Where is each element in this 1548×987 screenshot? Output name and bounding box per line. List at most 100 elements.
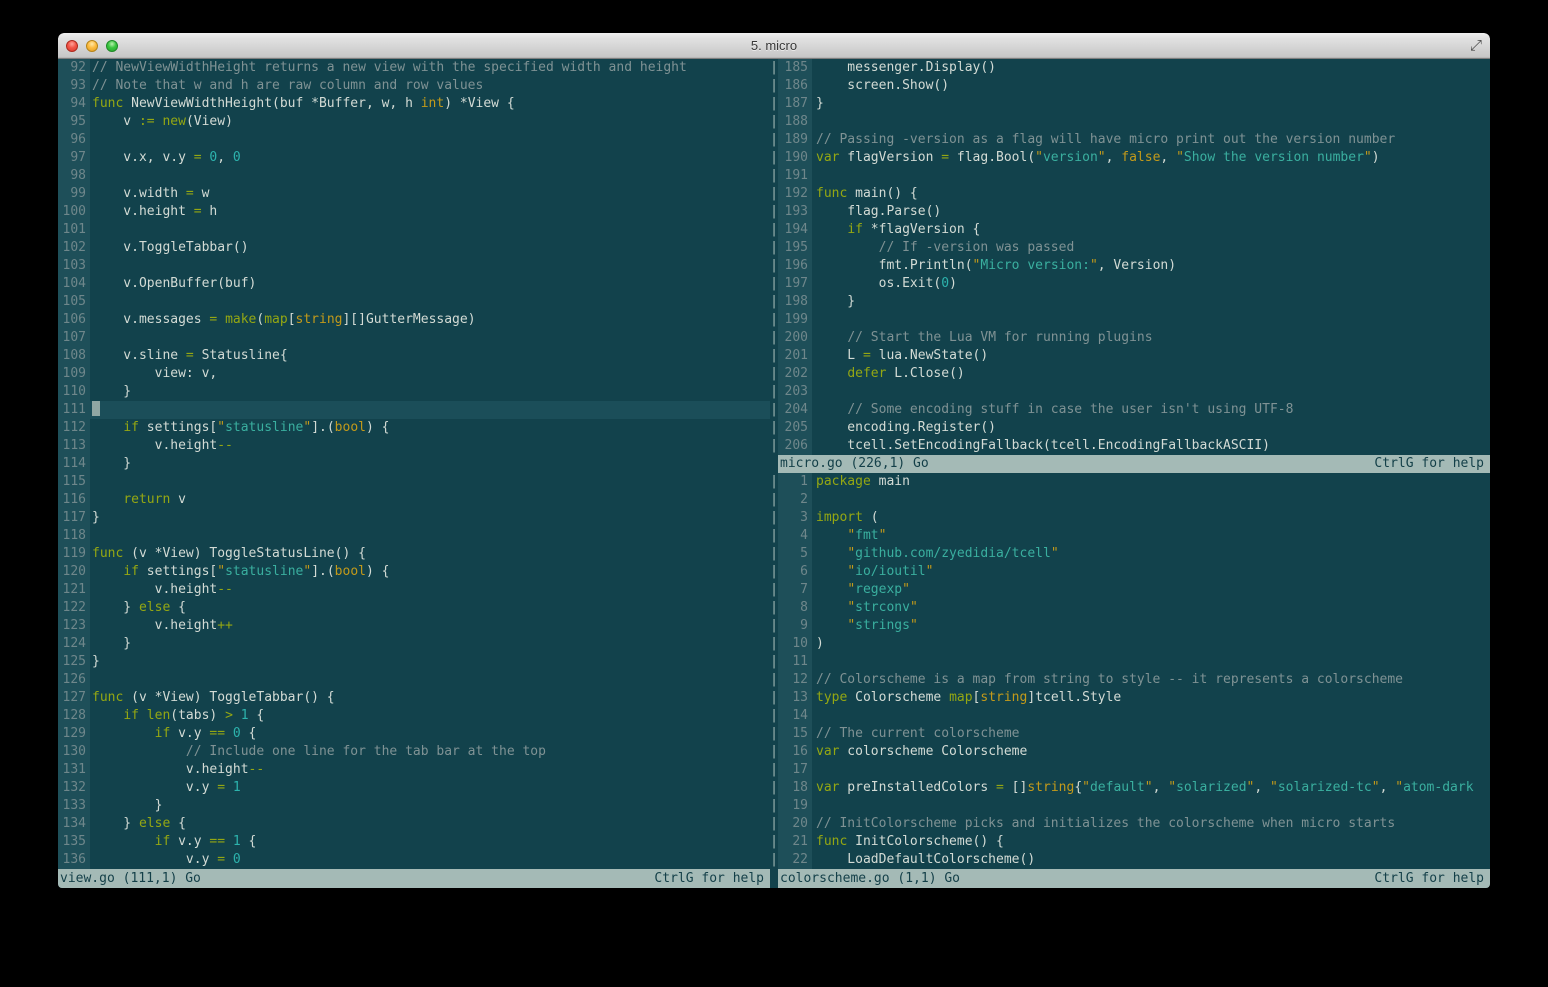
code-line-134[interactable]: 134 } else { <box>58 815 770 833</box>
code-line-130[interactable]: 130 // Include one line for the tab bar … <box>58 743 770 761</box>
code-line-92[interactable]: 92// NewViewWidthHeight returns a new vi… <box>58 59 770 77</box>
code-line-15[interactable]: 15 // The current colorscheme <box>778 725 1490 743</box>
code-line-196[interactable]: 196 fmt.Println("Micro version:", Versio… <box>778 257 1490 275</box>
code-line-10[interactable]: 10) <box>778 635 1490 653</box>
code-line-11[interactable]: 11 <box>778 653 1490 671</box>
code-line-189[interactable]: 189 // Passing -version as a flag will ha… <box>778 131 1490 149</box>
code-line-9[interactable]: 9 "strings" <box>778 617 1490 635</box>
code-line-197[interactable]: 197 os.Exit(0) <box>778 275 1490 293</box>
split-divider[interactable]: | | | | | | | | | | | | | | | | | | | | | | | | | | | | | | | | | | | | | | | |… <box>770 59 778 888</box>
code-line-22[interactable]: 22 LoadDefaultColorscheme() <box>778 851 1490 869</box>
code-line-128[interactable]: 128 if len(tabs) > 1 { <box>58 707 770 725</box>
code-line-107[interactable]: 107 <box>58 329 770 347</box>
code-line-21[interactable]: 21 func InitColorscheme() { <box>778 833 1490 851</box>
code-line-114[interactable]: 114 } <box>58 455 770 473</box>
code-line-203[interactable]: 203 <box>778 383 1490 401</box>
code-line-133[interactable]: 133 } <box>58 797 770 815</box>
code-line-113[interactable]: 113 v.height-- <box>58 437 770 455</box>
code-line-123[interactable]: 123 v.height++ <box>58 617 770 635</box>
code-line-194[interactable]: 194 if *flagVersion { <box>778 221 1490 239</box>
code-line-118[interactable]: 118 <box>58 527 770 545</box>
code-line-205[interactable]: 205 encoding.Register() <box>778 419 1490 437</box>
code-line-93[interactable]: 93// Note that w and h are raw column an… <box>58 77 770 95</box>
code-line-1[interactable]: 1 package main <box>778 473 1490 491</box>
code-line-18[interactable]: 18 var preInstalledColors = []string{"def… <box>778 779 1490 797</box>
code-line-126[interactable]: 126 <box>58 671 770 689</box>
code-line-101[interactable]: 101 <box>58 221 770 239</box>
code-line-109[interactable]: 109 view: v, <box>58 365 770 383</box>
code-line-206[interactable]: 206 tcell.SetEncodingFallback(tcell.Enco… <box>778 437 1490 455</box>
code-line-201[interactable]: 201 L = lua.NewState() <box>778 347 1490 365</box>
line-number: 200 <box>778 329 812 347</box>
code-line-2[interactable]: 2 <box>778 491 1490 509</box>
code-line-12[interactable]: 12 // Colorscheme is a map from string to… <box>778 671 1490 689</box>
code-area-micro-go[interactable]: 185 messenger.Display() 186 screen.Show()… <box>778 59 1490 455</box>
code-line-191[interactable]: 191 <box>778 167 1490 185</box>
code-line-3[interactable]: 3 import ( <box>778 509 1490 527</box>
code-line-4[interactable]: 4 "fmt" <box>778 527 1490 545</box>
code-line-103[interactable]: 103 <box>58 257 770 275</box>
code-line-108[interactable]: 108 v.sline = Statusline{ <box>58 347 770 365</box>
code-line-96[interactable]: 96 <box>58 131 770 149</box>
code-line-110[interactable]: 110 } <box>58 383 770 401</box>
code-line-187[interactable]: 187} <box>778 95 1490 113</box>
code-line-132[interactable]: 132 v.y = 1 <box>58 779 770 797</box>
code-line-95[interactable]: 95 v := new(View) <box>58 113 770 131</box>
code-line-97[interactable]: 97 v.x, v.y = 0, 0 <box>58 149 770 167</box>
code-line-129[interactable]: 129 if v.y == 0 { <box>58 725 770 743</box>
code-line-185[interactable]: 185 messenger.Display() <box>778 59 1490 77</box>
code-line-106[interactable]: 106 v.messages = make(map[string][]Gutte… <box>58 311 770 329</box>
code-line-111[interactable]: 111 <box>58 401 770 419</box>
code-line-119[interactable]: 119 func (v *View) ToggleStatusLine() { <box>58 545 770 563</box>
code-line-20[interactable]: 20 // InitColorscheme picks and initializ… <box>778 815 1490 833</box>
code-line-13[interactable]: 13 type Colorscheme map[string]tcell.Styl… <box>778 689 1490 707</box>
code-line-99[interactable]: 99 v.width = w <box>58 185 770 203</box>
code-line-198[interactable]: 198 } <box>778 293 1490 311</box>
code-line-122[interactable]: 122 } else { <box>58 599 770 617</box>
code-line-127[interactable]: 127 func (v *View) ToggleTabbar() { <box>58 689 770 707</box>
code-line-195[interactable]: 195 // If -version was passed <box>778 239 1490 257</box>
code-line-121[interactable]: 121 v.height-- <box>58 581 770 599</box>
code-line-186[interactable]: 186 screen.Show() <box>778 77 1490 95</box>
code-line-98[interactable]: 98 <box>58 167 770 185</box>
code-line-14[interactable]: 14 <box>778 707 1490 725</box>
code-line-94[interactable]: 94 func NewViewWidthHeight(buf *Buffer, w… <box>58 95 770 113</box>
code-line-193[interactable]: 193 flag.Parse() <box>778 203 1490 221</box>
code-line-116[interactable]: 116 return v <box>58 491 770 509</box>
code-line-199[interactable]: 199 <box>778 311 1490 329</box>
code-line-8[interactable]: 8 "strconv" <box>778 599 1490 617</box>
code-line-204[interactable]: 204 // Some encoding stuff in case the u… <box>778 401 1490 419</box>
code-line-7[interactable]: 7 "regexp" <box>778 581 1490 599</box>
titlebar[interactable]: 5. micro ⤢ <box>58 33 1490 59</box>
code-line-136[interactable]: 136 v.y = 0 <box>58 851 770 869</box>
code-line-190[interactable]: 190 var flagVersion = flag.Bool("version"… <box>778 149 1490 167</box>
code-line-105[interactable]: 105 <box>58 293 770 311</box>
resize-icon[interactable]: ⤢ <box>1470 36 1482 54</box>
code-line-192[interactable]: 192 func main() { <box>778 185 1490 203</box>
line-number: 135 <box>58 833 90 851</box>
code-line-100[interactable]: 100 v.height = h <box>58 203 770 221</box>
code-line-112[interactable]: 112 if settings["statusline"].(bool) { <box>58 419 770 437</box>
code-line-104[interactable]: 104 v.OpenBuffer(buf) <box>58 275 770 293</box>
code-line-131[interactable]: 131 v.height-- <box>58 761 770 779</box>
code-line-188[interactable]: 188 <box>778 113 1490 131</box>
code-line-6[interactable]: 6 "io/ioutil" <box>778 563 1490 581</box>
code-line-16[interactable]: 16 var colorscheme Colorscheme <box>778 743 1490 761</box>
code-line-120[interactable]: 120 if settings["statusline"].(bool) { <box>58 563 770 581</box>
divider-bar: | <box>770 798 778 813</box>
divider-bar: | <box>770 168 778 183</box>
code-area-colorscheme-go[interactable]: 1 package main 2 3 import (4 "fmt" 5 "github.… <box>778 473 1490 869</box>
code-line-202[interactable]: 202 defer L.Close() <box>778 365 1490 383</box>
code-line-117[interactable]: 117} <box>58 509 770 527</box>
code-line-115[interactable]: 115 <box>58 473 770 491</box>
code-line-17[interactable]: 17 <box>778 761 1490 779</box>
code-line-124[interactable]: 124 } <box>58 635 770 653</box>
code-area-view-go[interactable]: 92// NewViewWidthHeight returns a new vi… <box>58 59 770 869</box>
code-line-102[interactable]: 102 v.ToggleTabbar() <box>58 239 770 257</box>
code-line-125[interactable]: 125} <box>58 653 770 671</box>
code-line-135[interactable]: 135 if v.y == 1 { <box>58 833 770 851</box>
line-number: 126 <box>58 671 90 689</box>
code-line-200[interactable]: 200 // Start the Lua VM for running plug… <box>778 329 1490 347</box>
code-line-19[interactable]: 19 <box>778 797 1490 815</box>
code-line-5[interactable]: 5 "github.com/zyedidia/tcell" <box>778 545 1490 563</box>
